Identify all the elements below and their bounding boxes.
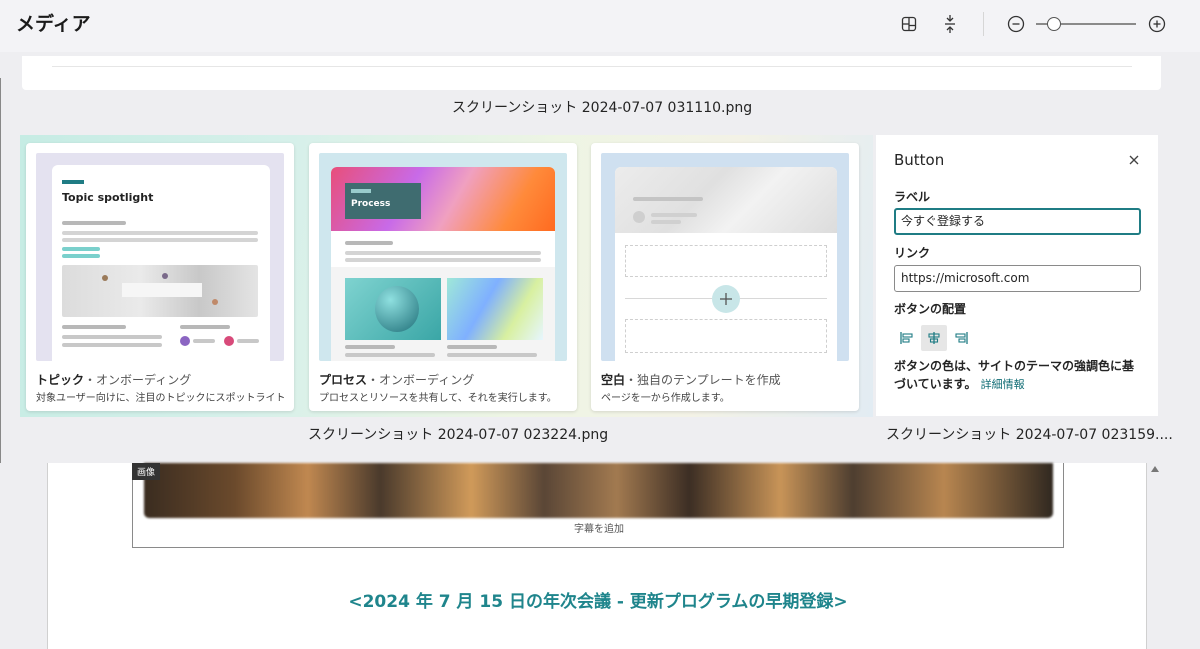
- label-heading: ラベル: [894, 190, 931, 204]
- template-desc-process: プロセスとリソースを共有して、それを実行します。: [319, 393, 557, 404]
- event-photo: [144, 463, 1053, 518]
- thumb-title-topic: Topic spotlight: [62, 191, 154, 204]
- template-thumbnail-blank: [601, 153, 849, 361]
- screenshot-filename-3: スクリーンショット 2024-07-07 023159....: [886, 427, 1173, 443]
- learn-more-link[interactable]: 詳細情報: [981, 378, 1025, 391]
- template-thumbnail-topic: Topic spotlight: [36, 153, 284, 361]
- align-center-icon[interactable]: [921, 325, 947, 351]
- template-title-blank: 空白・独自のテンプレートを作成: [601, 373, 781, 387]
- page-title: メディア: [16, 13, 91, 35]
- template-title-process: プロセス・オンボーディング: [319, 373, 475, 387]
- template-thumbnail-process: Process: [319, 153, 567, 361]
- template-desc-topic: 対象ユーザー向けに、注目のトピックにスポットライト: [36, 393, 286, 404]
- link-heading: リンク: [894, 246, 931, 260]
- template-desc-blank: ページを一から作成します。: [601, 393, 730, 404]
- caption-placeholder[interactable]: 字幕を追加: [133, 520, 1065, 535]
- page-headline[interactable]: <2024 年 7 月 15 日の年次会議 - 更新プログラムの早期登録>: [48, 587, 1148, 612]
- image-tag: 画像: [132, 463, 161, 480]
- template-card-topic[interactable]: Topic spotlight トピック・オンボーディング 対象ユーザー向けに、…: [26, 143, 294, 411]
- align-right-icon[interactable]: [948, 325, 974, 351]
- screenshot-filename-2: スクリーンショット 2024-07-07 023224.png: [308, 427, 609, 443]
- preview-divider: [52, 66, 1132, 67]
- alignment-heading: ボタンの配置: [894, 302, 967, 316]
- toolbar-divider: [983, 12, 984, 36]
- image-web-part[interactable]: 字幕を追加: [132, 463, 1064, 548]
- page-editor-canvas: 字幕を追加 画像 <2024 年 7 月 15 日の年次会議 - 更新プログラム…: [47, 463, 1147, 649]
- template-title-topic: トピック・オンボーディング: [36, 373, 192, 387]
- align-left-icon[interactable]: [894, 325, 920, 351]
- button-link-input[interactable]: https://microsoft.com: [894, 265, 1141, 292]
- thumb-title-process: Process: [351, 199, 391, 209]
- button-panel-title: Button: [894, 151, 945, 169]
- screenshot-preview-3[interactable]: Button ラベル 今すぐ登録する リンク https://microsoft…: [876, 135, 1158, 416]
- media-header: メディア: [0, 0, 1200, 52]
- template-card-blank[interactable]: 空白・独自のテンプレートを作成 ページを一から作成します。: [591, 143, 859, 411]
- screenshot-preview-1[interactable]: [22, 56, 1161, 90]
- zoom-out-icon[interactable]: [1005, 13, 1027, 35]
- template-card-process[interactable]: Process プロセス・オンボーディング プロセスとリソースを共有して、それを…: [309, 143, 577, 411]
- layout-grid-icon[interactable]: [898, 13, 920, 35]
- left-edge-divider: [0, 78, 1, 463]
- button-label-input[interactable]: 今すぐ登録する: [894, 208, 1141, 235]
- fit-height-icon[interactable]: [939, 13, 961, 35]
- close-icon[interactable]: [1126, 152, 1142, 168]
- button-color-note: ボタンの色は、サイトのテーマの強調色に基づいています。 詳細情報: [894, 359, 1135, 391]
- screenshot-preview-2[interactable]: Topic spotlight トピック・オンボーディング 対象ユーザー向けに、…: [20, 135, 873, 417]
- zoom-in-icon[interactable]: [1146, 13, 1168, 35]
- scroll-up-arrow-icon[interactable]: [1151, 466, 1159, 472]
- zoom-slider-thumb[interactable]: [1047, 17, 1061, 31]
- screenshot-filename-1: スクリーンショット 2024-07-07 031110.png: [452, 100, 753, 116]
